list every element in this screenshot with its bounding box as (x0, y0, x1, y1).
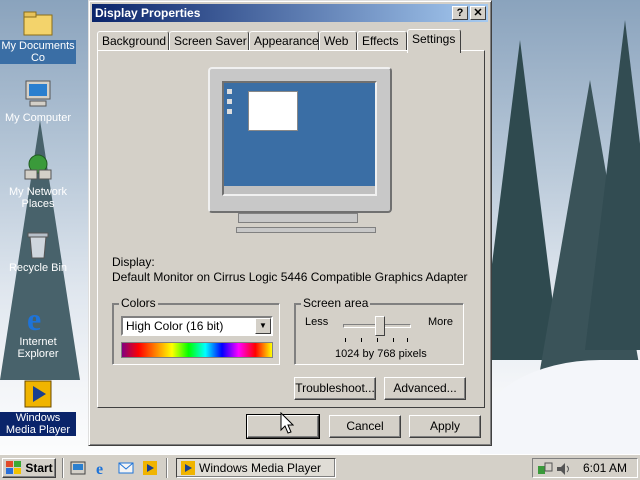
color-spectrum-bar (121, 342, 273, 358)
taskbar: Start e Windows Media Player 6:01 AM (0, 454, 640, 480)
desktop-icon-label: My Network Places (8, 186, 68, 210)
desktop-icon-media-player[interactable]: Windows Media Player (0, 378, 76, 436)
advanced-button[interactable]: Advanced... (384, 377, 466, 400)
desktop-icon-label: Recycle Bin (8, 262, 68, 274)
desktop-icon-recycle-bin[interactable]: Recycle Bin (0, 228, 76, 274)
close-button[interactable]: ✕ (470, 6, 486, 20)
desktop-icon-label: My Computer (4, 112, 72, 124)
network-tray-icon[interactable] (537, 461, 553, 477)
colors-selected-value: High Color (16 bit) (126, 319, 224, 333)
monitor-base (236, 227, 376, 233)
mini-taskbar (224, 186, 375, 194)
chevron-down-icon[interactable]: ▼ (255, 318, 271, 334)
tab-appearance[interactable]: Appearance (249, 31, 319, 51)
desktop-icon-internet-explorer[interactable]: e Internet Explorer (0, 301, 76, 360)
colors-legend: Colors (119, 296, 158, 310)
start-label: Start (25, 461, 53, 475)
slider-tick (377, 338, 378, 342)
mini-desktop-preview (227, 89, 232, 114)
media-player-icon[interactable] (142, 460, 158, 476)
settings-panel: Display: Default Monitor on Cirrus Logic… (97, 50, 485, 408)
slider-tick (393, 338, 394, 342)
start-button[interactable]: Start (2, 458, 56, 478)
slider-tick (361, 338, 362, 342)
window-title: Display Properties (95, 6, 201, 20)
slider-tick (345, 338, 346, 342)
internet-explorer-icon[interactable]: e (94, 460, 110, 476)
computer-icon (22, 78, 54, 110)
slider-more-label: More (427, 316, 453, 328)
tab-settings[interactable]: Settings (407, 29, 461, 53)
monitor-screen (222, 81, 377, 196)
monitor-preview (208, 67, 392, 213)
mini-window (248, 91, 298, 131)
colors-group: Colors High Color (16 bit) ▼ (112, 296, 280, 365)
display-label: Display: (112, 255, 155, 269)
svg-text:e: e (96, 461, 103, 476)
internet-explorer-icon: e (22, 301, 54, 337)
taskbar-separator (62, 458, 64, 478)
task-button-media-player[interactable]: Windows Media Player (176, 458, 336, 478)
windows-logo-icon (6, 461, 21, 474)
desktop-icon-label: Internet Explorer (17, 336, 59, 360)
cancel-button[interactable]: Cancel (329, 415, 401, 438)
screen-area-group: Screen area Less More 1024 by 768 pixels (294, 296, 464, 365)
mouse-cursor-icon (280, 412, 294, 434)
system-tray: 6:01 AM (532, 458, 638, 478)
monitor-stand (238, 213, 358, 223)
colors-dropdown[interactable]: High Color (16 bit) ▼ (121, 316, 273, 336)
recycle-bin-icon (22, 228, 54, 260)
desktop-icon-network-places[interactable]: My Network Places (0, 152, 76, 210)
slider-tick (407, 338, 408, 342)
svg-text:e: e (27, 302, 41, 334)
help-button[interactable]: ? (452, 6, 468, 20)
screen-area-legend: Screen area (301, 296, 371, 310)
clock[interactable]: 6:01 AM (583, 461, 627, 475)
media-player-icon (181, 461, 195, 475)
task-button-label: Windows Media Player (199, 461, 322, 475)
title-bar[interactable]: Display Properties ? ✕ (92, 4, 488, 22)
screen-area-slider-thumb[interactable] (375, 316, 386, 336)
outlook-express-icon[interactable] (118, 460, 134, 476)
desktop-icon-label: Windows Media Player (0, 412, 76, 436)
resolution-label: 1024 by 768 pixels (335, 348, 427, 360)
tab-effects[interactable]: Effects (357, 31, 407, 51)
taskbar-separator (166, 458, 168, 478)
media-player-icon (22, 378, 54, 410)
tab-web[interactable]: Web (319, 31, 357, 51)
slider-less-label: Less (305, 316, 329, 328)
tab-screen-saver[interactable]: Screen Saver (169, 31, 249, 51)
display-properties-window: Display Properties ? ✕ Background Screen… (88, 0, 492, 446)
display-value: Default Monitor on Cirrus Logic 5446 Com… (112, 270, 468, 284)
troubleshoot-button[interactable]: Troubleshoot... (294, 377, 376, 400)
desktop-icon-label: My Documents Co (0, 40, 76, 64)
apply-button[interactable]: Apply (409, 415, 481, 438)
network-icon (22, 152, 54, 184)
tab-background[interactable]: Background (97, 31, 169, 51)
desktop-icon-my-computer[interactable]: My Computer (0, 78, 76, 124)
folder-icon (22, 6, 54, 38)
volume-icon[interactable] (555, 461, 571, 477)
show-desktop-icon[interactable] (70, 460, 86, 476)
desktop-icon-my-documents[interactable]: My Documents Co (0, 6, 76, 64)
